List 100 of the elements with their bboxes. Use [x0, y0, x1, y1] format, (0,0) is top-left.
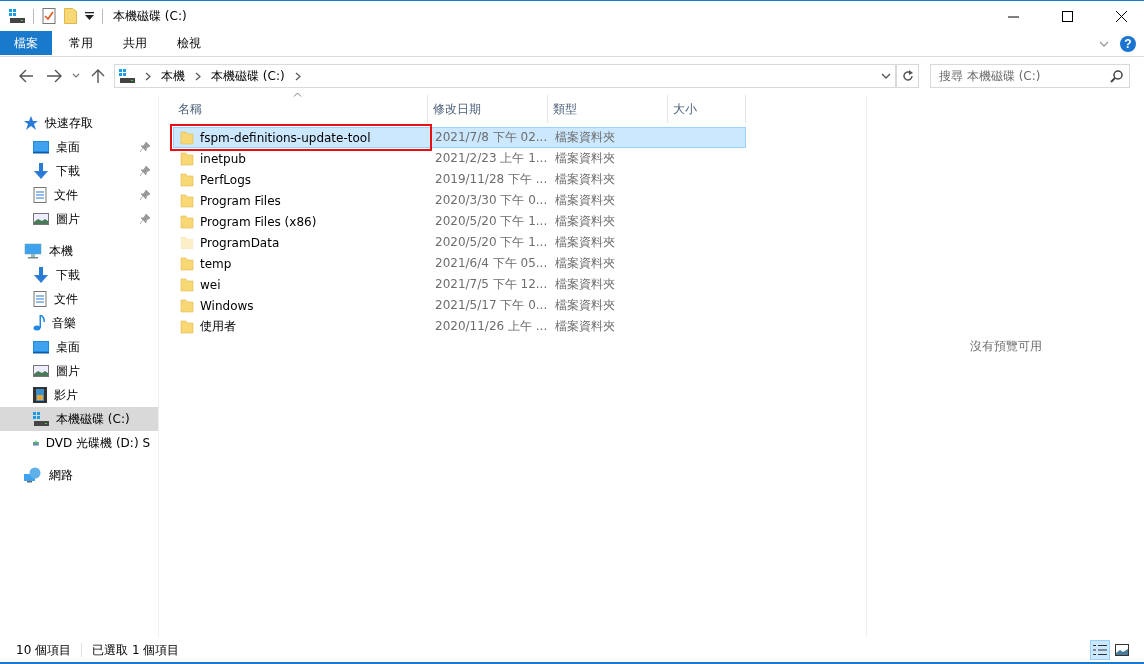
- drive-icon: [119, 69, 135, 83]
- file-row[interactable]: wei 2021/7/5 下午 12... 檔案資料夾: [173, 274, 746, 295]
- column-header[interactable]: 大小: [668, 95, 746, 123]
- breadcrumb[interactable]: 本機: [161, 67, 185, 85]
- film-icon: [33, 387, 47, 403]
- window-title: 本機磁碟 (C:): [113, 7, 188, 25]
- name-cell: fspm-definitions-update-tool: [174, 130, 429, 145]
- date-cell-text: 2021/7/8 下午 02...: [434, 129, 549, 146]
- nav-item[interactable]: 下載: [0, 263, 158, 287]
- nav-item[interactable]: 圖片: [0, 359, 158, 383]
- name-cell: inetpub: [174, 151, 429, 166]
- file-row[interactable]: 使用者 2020/11/26 上午 ... 檔案資料夾: [173, 316, 746, 337]
- type-cell-text: 檔案資料夾: [554, 297, 616, 314]
- date-cell-text: 2020/5/20 下午 1...: [434, 213, 549, 230]
- download-arrow-icon: [33, 163, 49, 179]
- nav-item[interactable]: 圖片: [0, 207, 158, 231]
- nav-item[interactable]: 桌面: [0, 135, 158, 159]
- chevron-down-icon: [880, 73, 891, 79]
- nav-item[interactable]: 文件: [0, 287, 158, 311]
- name-cell: wei: [174, 277, 429, 292]
- nav-item[interactable]: 桌面: [0, 335, 158, 359]
- date-cell-text: 2020/11/26 上午 ...: [434, 318, 549, 335]
- star-icon: [24, 116, 38, 130]
- nav-item[interactable]: 快速存取: [0, 111, 158, 135]
- picture-icon: [33, 364, 49, 378]
- date-cell-text: 2019/11/28 下午 ...: [434, 171, 549, 188]
- name-cell: temp: [174, 256, 429, 271]
- date-cell-text: 2021/2/23 上午 1...: [434, 150, 549, 167]
- chevron-right-icon: [195, 71, 201, 81]
- name-cell: Windows: [174, 298, 429, 313]
- column-header[interactable]: 名稱: [173, 95, 428, 123]
- chevron-right-icon: [145, 71, 151, 81]
- column-header[interactable]: 修改日期: [428, 95, 548, 123]
- nav-item[interactable]: 本機磁碟 (C:): [0, 407, 158, 431]
- date-cell-text: 2020/5/20 下午 1...: [434, 234, 549, 251]
- details-view-icon: [1093, 644, 1107, 656]
- music-note-icon: [33, 315, 45, 331]
- properties-icon: [42, 8, 56, 24]
- ribbon-tab[interactable]: 常用: [56, 31, 106, 55]
- document-icon: [33, 187, 47, 203]
- file-row[interactable]: Windows 2021/5/17 下午 0... 檔案資料夾: [173, 295, 746, 316]
- date-cell-text: 2021/6/4 下午 05...: [434, 255, 549, 272]
- search-icon: [1110, 69, 1123, 83]
- picture-view-icon: [1115, 644, 1129, 656]
- nav-item[interactable]: 文件: [0, 183, 158, 207]
- file-row[interactable]: inetpub 2021/2/23 上午 1... 檔案資料夾: [173, 148, 746, 169]
- chevron-right-icon: [294, 71, 301, 81]
- address-bar[interactable]: 本機 本機磁碟 (C:): [114, 64, 897, 88]
- type-cell-text: 檔案資料夾: [554, 192, 616, 209]
- dropdown-arrow-icon: [85, 12, 94, 20]
- file-row[interactable]: Program Files 2020/3/30 下午 0... 檔案資料夾: [173, 190, 746, 211]
- refresh-button[interactable]: [897, 64, 919, 88]
- picture-icon: [33, 212, 49, 226]
- file-row[interactable]: ProgramData 2020/5/20 下午 1... 檔案資料夾: [173, 232, 746, 253]
- document-icon: [33, 291, 47, 307]
- ribbon-tab[interactable]: 共用: [110, 31, 160, 55]
- ribbon-tab[interactable]: 檢視: [164, 31, 214, 55]
- chevron-down-icon: [1099, 40, 1109, 47]
- nav-item[interactable]: 本機: [0, 239, 158, 263]
- name-cell: Program Files (x86): [174, 214, 429, 229]
- download-arrow-icon: [33, 267, 49, 283]
- type-cell-text: 檔案資料夾: [554, 129, 616, 146]
- breadcrumb[interactable]: 本機磁碟 (C:): [211, 67, 285, 85]
- up-icon: [91, 69, 105, 83]
- folder-icon: [64, 8, 77, 24]
- file-menu-tab[interactable]: 檔案: [0, 31, 52, 55]
- column-header[interactable]: 類型: [548, 95, 668, 123]
- search-box[interactable]: 搜尋 本機磁碟 (C:): [930, 64, 1130, 88]
- nav-item[interactable]: 網路: [0, 463, 158, 487]
- date-cell-text: 2020/3/30 下午 0...: [434, 192, 549, 209]
- name-cell: Program Files: [174, 193, 429, 208]
- maximize-icon: [1061, 10, 1073, 22]
- refresh-icon: [901, 70, 914, 82]
- desktop-icon: [33, 140, 49, 154]
- file-row[interactable]: Program Files (x86) 2020/5/20 下午 1... 檔案資料夾: [173, 211, 746, 232]
- drive-icon: [9, 9, 25, 23]
- type-cell-text: 檔案資料夾: [554, 171, 616, 188]
- file-row[interactable]: fspm-definitions-update-tool 2021/7/8 下午 02... 檔案資料夾: [173, 127, 746, 148]
- name-cell: ProgramData: [174, 235, 429, 250]
- back-icon: [18, 69, 34, 83]
- file-row[interactable]: PerfLogs 2019/11/28 下午 ... 檔案資料夾: [173, 169, 746, 190]
- details-view-button[interactable]: [1090, 640, 1110, 660]
- type-cell-text: 檔案資料夾: [554, 318, 616, 335]
- item-count: 10 個項目: [16, 641, 72, 659]
- nav-item[interactable]: DVD 光碟機 (D:) S: [0, 431, 158, 455]
- nav-item[interactable]: 下載: [0, 159, 158, 183]
- help-button[interactable]: ?: [1120, 35, 1136, 52]
- type-cell-text: 檔案資料夾: [554, 150, 616, 167]
- close-icon: [1115, 10, 1127, 22]
- network-icon: [24, 467, 42, 483]
- name-cell: PerfLogs: [174, 172, 429, 187]
- file-row[interactable]: temp 2021/6/4 下午 05... 檔案資料夾: [173, 253, 746, 274]
- type-cell-text: 檔案資料夾: [554, 213, 616, 230]
- type-cell-text: 檔案資料夾: [554, 255, 616, 272]
- expand-ribbon-button[interactable]: [1099, 40, 1109, 47]
- date-cell-text: 2021/5/17 下午 0...: [434, 297, 549, 314]
- nav-item[interactable]: 影片: [0, 383, 158, 407]
- nav-item[interactable]: 音樂: [0, 311, 158, 335]
- type-cell-text: 檔案資料夾: [554, 234, 616, 251]
- desktop-icon: [33, 340, 49, 354]
